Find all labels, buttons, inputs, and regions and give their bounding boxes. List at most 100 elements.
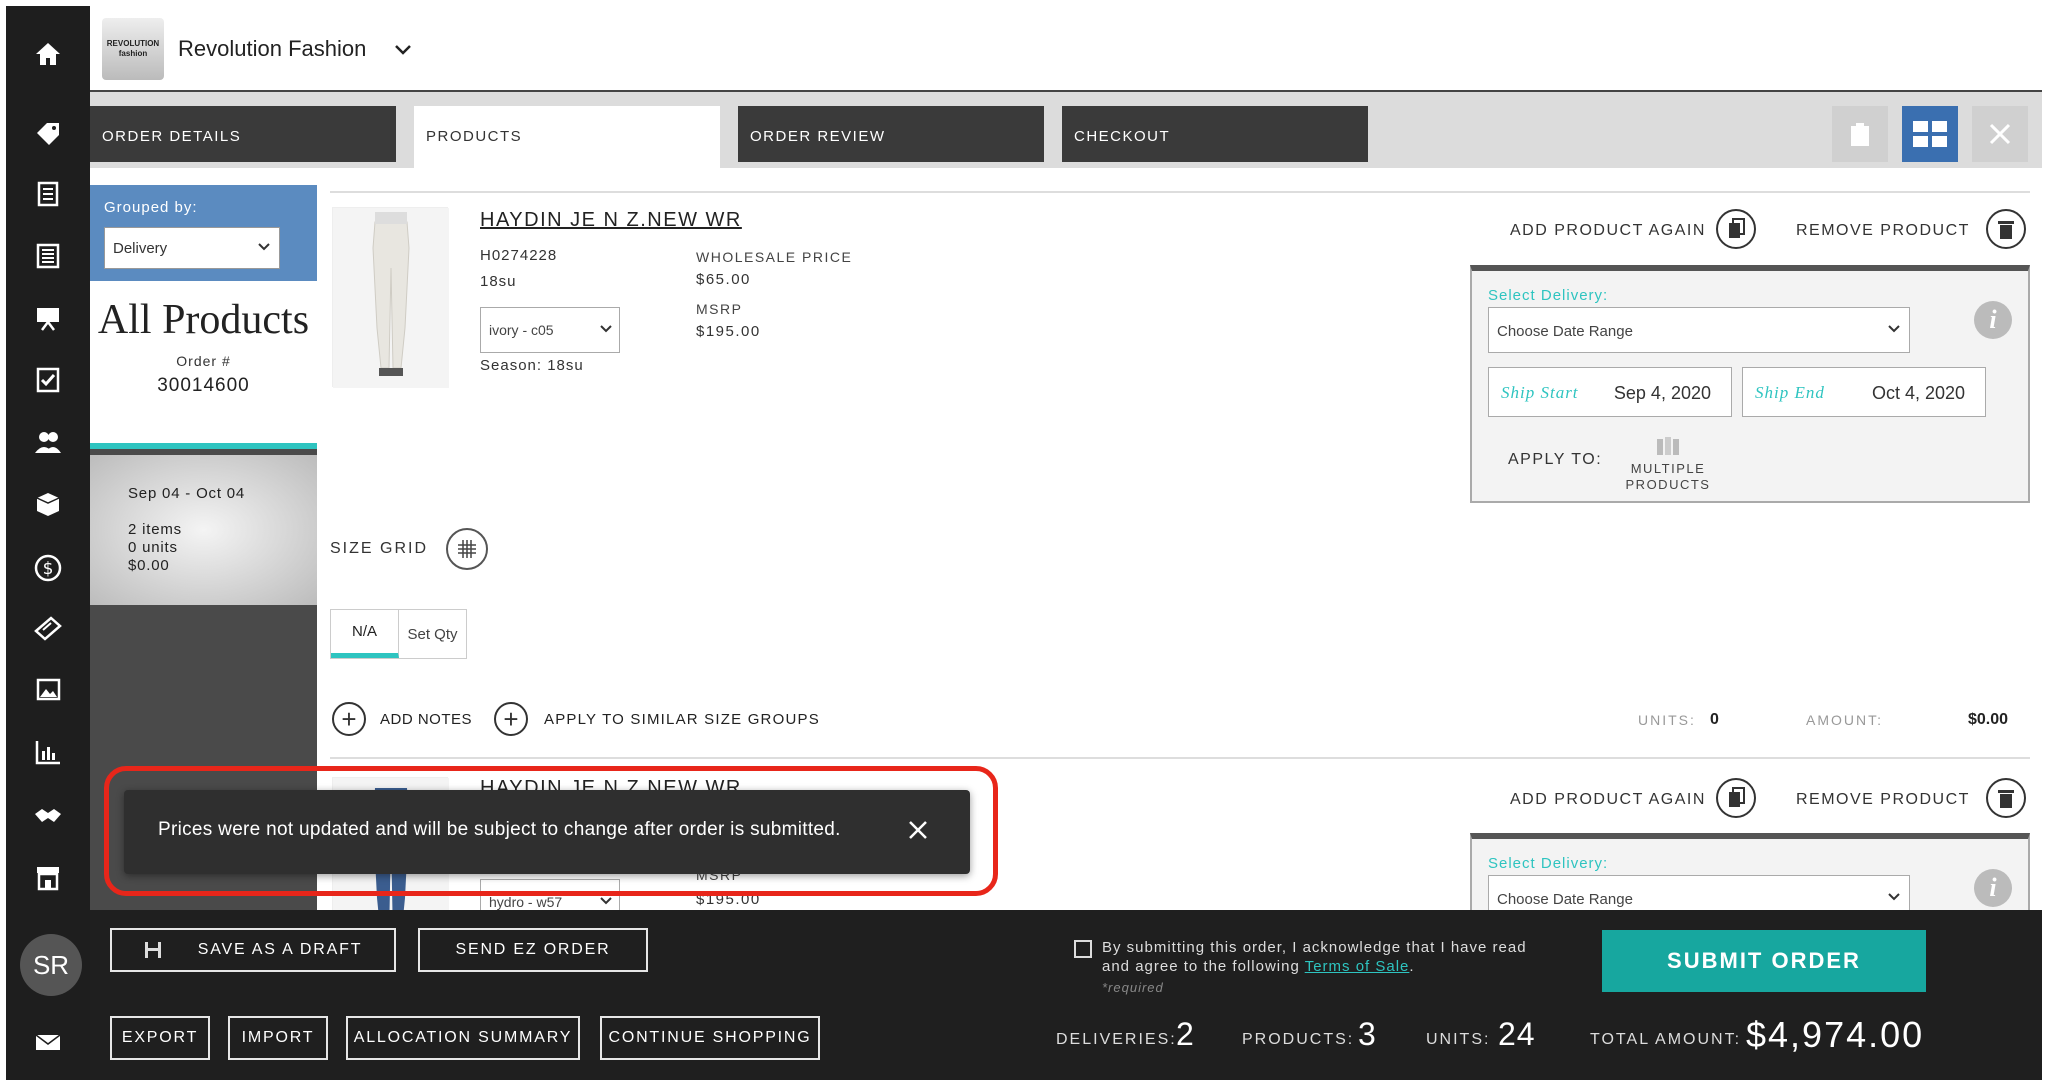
terms-acknowledgement: By submitting this order, I acknowledge …	[1102, 939, 1527, 975]
brand-logo: REVOLUTION fashion	[102, 18, 164, 80]
allocation-summary-button[interactable]: ALLOCATION SUMMARY	[346, 1016, 580, 1060]
reports-icon[interactable]	[6, 728, 90, 776]
avatar[interactable]: SR	[20, 934, 82, 996]
ship-end-label: Ship End	[1755, 383, 1825, 402]
grouped-by-select[interactable]: Delivery	[104, 227, 280, 269]
units-label: UNITS:	[1638, 712, 1696, 728]
tab-products[interactable]: PRODUCTS	[414, 106, 720, 168]
tab-order-review[interactable]: ORDER REVIEW	[738, 106, 1044, 162]
add-product-again-label[interactable]: ADD PRODUCT AGAIN	[1510, 222, 1706, 240]
delivery-selector: Select Delivery: Choose Date Range i	[1470, 833, 2030, 910]
images-icon[interactable]	[6, 666, 90, 714]
remove-product-button[interactable]	[1986, 778, 2026, 818]
size-tabs: N/A Set Qty	[330, 609, 467, 659]
chevron-down-icon[interactable]	[392, 42, 414, 58]
grid-view-icon	[1913, 121, 1947, 147]
grouped-by-value: Delivery	[113, 240, 168, 257]
submit-order-button[interactable]: SUBMIT ORDER	[1602, 930, 1926, 992]
handshake-icon[interactable]	[6, 792, 90, 840]
product-thumbnail[interactable]	[332, 207, 449, 388]
add-notes-button[interactable]: +	[332, 702, 366, 736]
all-products-card[interactable]: All Products Order # 30014600	[90, 281, 317, 449]
tab-checkout[interactable]: CHECKOUT	[1062, 106, 1368, 162]
terms-of-sale-link[interactable]: Terms of Sale	[1305, 958, 1410, 975]
product-name-link[interactable]: HAYDIN JE N Z.NEW WR	[480, 209, 742, 232]
delivery-items: 2 items	[128, 521, 182, 538]
store-icon[interactable]	[6, 854, 90, 902]
ship-start-field[interactable]: Ship Start Sep 4, 2020	[1488, 367, 1732, 417]
presentation-icon[interactable]	[6, 294, 90, 342]
delivery-units: 0 units	[128, 539, 178, 556]
info-icon[interactable]: i	[1974, 869, 2012, 907]
date-range-select[interactable]: Choose Date Range	[1488, 875, 1910, 910]
product-sku: H0274228	[480, 247, 558, 264]
close-button[interactable]	[1972, 106, 2028, 162]
apply-similar-button[interactable]: +	[494, 702, 528, 736]
multiple-products-button[interactable]: MULTIPLE PRODUCTS	[1618, 435, 1718, 493]
shipping-box-icon[interactable]	[6, 480, 90, 528]
copy-icon	[1729, 787, 1745, 807]
dollar-icon[interactable]: $	[6, 544, 90, 592]
customers-icon[interactable]	[6, 418, 90, 466]
deliveries-count: 2	[1176, 1016, 1195, 1052]
wholesale-price-label: WHOLESALE PRICE	[696, 249, 853, 265]
envelope-icon[interactable]	[6, 1018, 90, 1066]
amount-value: $0.00	[1968, 711, 2009, 728]
product-season-code: 18su	[480, 273, 517, 290]
chevron-down-icon	[258, 243, 270, 251]
remove-product-label[interactable]: REMOVE PRODUCT	[1796, 222, 1970, 240]
info-icon[interactable]: i	[1974, 301, 2012, 339]
chevron-down-icon	[600, 897, 612, 905]
remove-product-button[interactable]	[1986, 209, 2026, 249]
lookbook-icon[interactable]	[6, 232, 90, 280]
grid-view-button[interactable]	[1902, 106, 1958, 162]
import-button[interactable]: IMPORT	[228, 1016, 328, 1060]
export-button[interactable]: EXPORT	[110, 1016, 210, 1060]
trash-icon	[1998, 790, 2014, 808]
size-grid-button[interactable]	[446, 528, 488, 570]
size-tab-na[interactable]: N/A	[331, 610, 399, 658]
brand-logo-text: REVOLUTION fashion	[106, 39, 160, 58]
date-range-placeholder: Choose Date Range	[1497, 891, 1633, 908]
tag-icon[interactable]	[6, 110, 90, 158]
save-draft-button[interactable]: SAVE AS A DRAFT	[110, 928, 396, 972]
add-notes-label[interactable]: ADD NOTES	[380, 711, 472, 728]
chevron-down-icon	[600, 325, 612, 333]
set-qty-tab[interactable]: Set Qty	[399, 610, 466, 658]
annotation-highlight	[104, 766, 998, 896]
clipboard-button[interactable]	[1832, 106, 1888, 162]
msrp-label: MSRP	[696, 301, 743, 317]
home-icon[interactable]	[6, 30, 90, 78]
units-total: 24	[1498, 1016, 1536, 1052]
delivery-dates: Sep 04 - Oct 04	[128, 485, 246, 502]
chevron-down-icon	[1888, 325, 1900, 333]
grouped-by-label: Grouped by:	[104, 199, 198, 216]
delivery-group-card[interactable]: Sep 04 - Oct 04 2 items 0 units $0.00	[90, 455, 317, 605]
products-label: PRODUCTS:	[1242, 1031, 1355, 1048]
brand-name[interactable]: Revolution Fashion	[178, 36, 366, 62]
apply-similar-label[interactable]: APPLY TO SIMILAR SIZE GROUPS	[544, 711, 820, 728]
add-product-again-button[interactable]	[1716, 778, 1756, 818]
catalog-icon[interactable]	[6, 170, 90, 218]
delivery-amount: $0.00	[128, 557, 170, 574]
send-ez-order-button[interactable]: SEND EZ ORDER	[418, 928, 648, 972]
date-range-select[interactable]: Choose Date Range	[1488, 307, 1910, 353]
continue-shopping-button[interactable]: CONTINUE SHOPPING	[600, 1016, 820, 1060]
size-grid-label: SIZE GRID	[330, 540, 429, 557]
add-product-again-button[interactable]	[1716, 209, 1756, 249]
color-select[interactable]: ivory - c05	[480, 307, 620, 353]
order-number-label: Order #	[176, 353, 231, 369]
tab-order-details[interactable]: ORDER DETAILS	[90, 106, 396, 162]
add-product-again-label[interactable]: ADD PRODUCT AGAIN	[1510, 791, 1706, 809]
discount-icon[interactable]	[6, 604, 90, 652]
multiple-products-label: MULTIPLE PRODUCTS	[1625, 461, 1711, 492]
total-amount-label: TOTAL AMOUNT:	[1590, 1031, 1742, 1048]
terms-checkbox[interactable]	[1074, 940, 1092, 958]
ship-end-field[interactable]: Ship End Oct 4, 2020	[1742, 367, 1986, 417]
wholesale-price: $65.00	[696, 271, 751, 288]
checklist-icon[interactable]	[6, 356, 90, 404]
save-draft-label: SAVE AS A DRAFT	[197, 941, 363, 958]
divider	[330, 191, 2030, 193]
remove-product-label[interactable]: REMOVE PRODUCT	[1796, 791, 1970, 809]
amount-label: AMOUNT:	[1806, 712, 1883, 728]
